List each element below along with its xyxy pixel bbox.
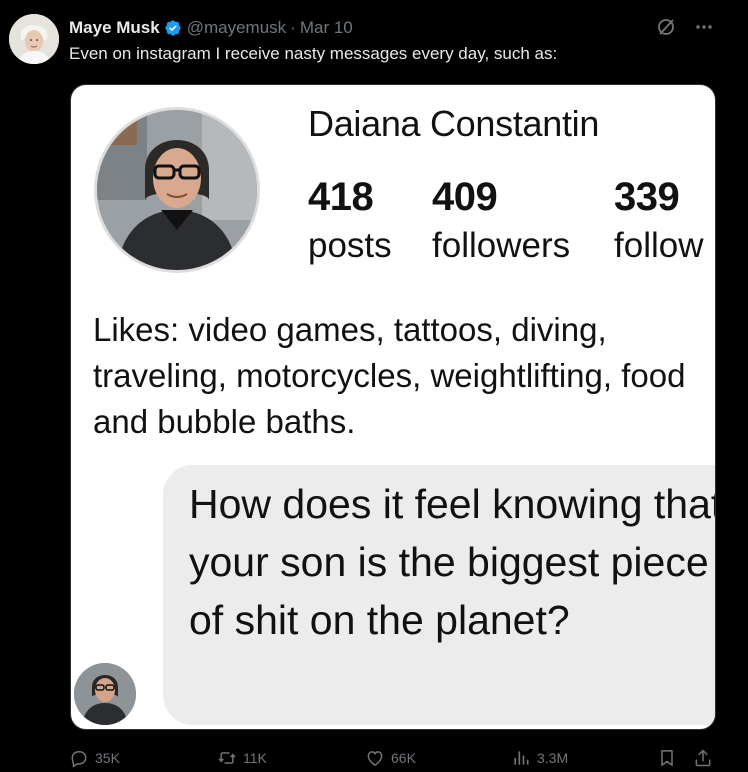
tweet-text: Even on instagram I receive nasty messag… (69, 44, 558, 63)
bookmark-button[interactable] (657, 748, 677, 768)
author-name[interactable]: Maye Musk (69, 18, 160, 38)
author-handle[interactable]: @mayemusk (187, 18, 286, 38)
message-text: How does it feel knowing that your son i… (189, 481, 716, 643)
profile-bio: Likes: video games, tattoos, diving, tra… (93, 311, 686, 440)
stat-followers-count: 409 (432, 175, 498, 219)
views-count: 3.3M (537, 750, 569, 766)
action-bar: 35K 11K 66K 3.3M (69, 748, 717, 770)
tweet-date[interactable]: Mar 10 (300, 18, 353, 38)
stat-posts-label: posts (308, 226, 392, 265)
like-button[interactable]: 66K (365, 748, 416, 768)
bookmark-icon (661, 750, 673, 767)
reply-count: 35K (95, 750, 120, 766)
stat-followers-label: followers (432, 226, 571, 265)
reply-icon (71, 751, 87, 768)
instagram-profile-picture (94, 107, 260, 273)
separator: · (290, 18, 296, 37)
stat-posts: 418 posts (308, 175, 392, 266)
verified-badge-icon (165, 20, 181, 36)
stat-following-label: follow (614, 226, 704, 265)
stat-followers: 409 followers (432, 175, 570, 266)
views-button[interactable]: 3.3M (511, 748, 568, 768)
stat-following-count: 339 (614, 175, 680, 219)
author-avatar[interactable] (9, 14, 59, 64)
stat-following: 339 follow (614, 175, 715, 266)
views-icon (514, 751, 529, 765)
sender-avatar (74, 663, 136, 725)
repost-icon (218, 752, 236, 764)
tweet-header: Maye Musk @mayemusk · Mar 10 (69, 17, 353, 39)
repost-button[interactable]: 11K (217, 748, 267, 768)
top-actions (656, 17, 714, 42)
reply-button[interactable]: 35K (69, 748, 120, 768)
like-icon (367, 751, 383, 766)
more-icon[interactable] (694, 17, 714, 42)
grok-icon[interactable] (656, 17, 676, 42)
repost-count: 11K (243, 750, 267, 766)
stat-posts-count: 418 (308, 175, 374, 219)
instagram-profile-name: Daiana Constantin (308, 103, 600, 144)
tweet-media-image[interactable]: Daiana Constantin 418 posts 409 follower… (70, 84, 716, 730)
like-count: 66K (391, 750, 416, 766)
share-button[interactable] (693, 748, 713, 768)
tweet[interactable]: Maye Musk @mayemusk · Mar 10 Even on ins… (0, 0, 748, 772)
share-icon (695, 749, 711, 767)
